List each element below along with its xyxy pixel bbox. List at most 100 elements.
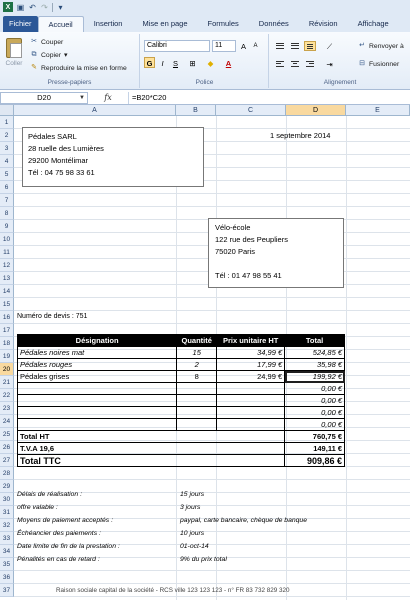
designation-cell[interactable]: [16, 406, 178, 419]
designation-cell[interactable]: Pédales rouges: [16, 358, 178, 371]
row-header[interactable]: 9: [0, 220, 14, 233]
shrink-font-icon[interactable]: A: [250, 40, 261, 51]
total-ttc-label[interactable]: Total TTC: [16, 454, 286, 467]
quote-number[interactable]: Numéro de devis : 751: [17, 313, 87, 320]
condition-value[interactable]: 15 jours: [180, 491, 204, 498]
copy-button[interactable]: ⧉ Copier ▾: [30, 51, 68, 59]
designation-cell[interactable]: Pédales grises: [16, 370, 178, 383]
row-header[interactable]: 6: [0, 181, 14, 194]
unit-price-cell[interactable]: 17,99 €: [216, 358, 286, 371]
row-header[interactable]: 2: [0, 129, 14, 142]
row-header[interactable]: 3: [0, 142, 14, 155]
tab-insertion[interactable]: Insertion: [84, 16, 133, 32]
row-header[interactable]: 34: [0, 545, 14, 558]
font-name-select[interactable]: Calibri: [144, 40, 210, 52]
formula-input[interactable]: =B20*C20: [128, 91, 410, 104]
quantity-cell[interactable]: 2: [176, 358, 218, 371]
unit-price-cell[interactable]: [216, 382, 286, 395]
align-center-icon[interactable]: [289, 59, 301, 69]
column-header-a[interactable]: A: [14, 105, 176, 116]
total-ht-value[interactable]: 760,75 €: [284, 430, 345, 443]
spreadsheet-grid[interactable]: A B C D E 1 2 3 4 5 6 7 8 9 10 11 12 13 14 15 16 17 18 19 2…: [0, 105, 410, 600]
recipient-address-box[interactable]: Vélo-école 122 rue des Peupliers 75020 P…: [208, 218, 344, 288]
row-header[interactable]: 31: [0, 506, 14, 519]
row-header[interactable]: 33: [0, 532, 14, 545]
unit-price-cell[interactable]: [216, 394, 286, 407]
condition-label[interactable]: Date limite de fin de la prestation :: [17, 543, 120, 550]
fx-icon[interactable]: fx: [88, 93, 128, 102]
chevron-down-icon[interactable]: ▼: [79, 93, 85, 103]
condition-label[interactable]: Échéancier des paiements :: [17, 530, 101, 537]
quantity-cell[interactable]: [176, 406, 218, 419]
row-header[interactable]: 24: [0, 415, 14, 428]
row-header[interactable]: 12: [0, 259, 14, 272]
format-painter-button[interactable]: ✎ Reproduire la mise en forme: [30, 64, 127, 72]
unit-price-cell[interactable]: [216, 418, 286, 431]
quantity-cell[interactable]: 8: [176, 370, 218, 383]
tab-accueil[interactable]: Accueil: [37, 16, 84, 32]
column-header-b[interactable]: B: [176, 105, 216, 116]
align-right-icon[interactable]: [304, 59, 316, 69]
tab-affichage[interactable]: Affichage: [348, 16, 399, 32]
indent-icon[interactable]: ⇥: [324, 58, 335, 69]
quote-date[interactable]: 1 septembre 2014: [270, 131, 330, 140]
total-cell[interactable]: 35,98 €: [284, 358, 345, 371]
row-header[interactable]: 19: [0, 350, 14, 363]
align-top-icon[interactable]: [274, 41, 286, 51]
unit-price-cell[interactable]: 24,99 €: [216, 370, 286, 383]
merge-button[interactable]: ⊟ Fusionner: [358, 60, 399, 68]
select-all-corner[interactable]: [0, 105, 14, 116]
designation-cell[interactable]: [16, 382, 178, 395]
column-header-e[interactable]: E: [346, 105, 410, 116]
row-header[interactable]: 15: [0, 298, 14, 311]
total-cell[interactable]: 0,00 €: [284, 406, 345, 419]
condition-label[interactable]: offre valable :: [17, 504, 58, 511]
row-header[interactable]: 4: [0, 155, 14, 168]
row-header[interactable]: 20: [0, 363, 14, 376]
row-header[interactable]: 22: [0, 389, 14, 402]
quantity-cell[interactable]: 15: [176, 346, 218, 359]
condition-value[interactable]: paypal, carte bancaire, chèque de banque: [180, 517, 307, 524]
total-ht-label[interactable]: Total HT: [16, 430, 286, 443]
total-cell[interactable]: 0,00 €: [284, 418, 345, 431]
row-header[interactable]: 5: [0, 168, 14, 181]
column-header-d[interactable]: D: [286, 105, 346, 116]
orientation-icon[interactable]: ⟋: [324, 40, 335, 51]
quantity-cell[interactable]: [176, 382, 218, 395]
row-header[interactable]: 28: [0, 467, 14, 480]
quantity-cell[interactable]: [176, 394, 218, 407]
row-header[interactable]: 29: [0, 480, 14, 493]
tab-donnees[interactable]: Données: [249, 16, 299, 32]
row-header[interactable]: 14: [0, 285, 14, 298]
total-cell[interactable]: 0,00 €: [284, 394, 345, 407]
row-header[interactable]: 26: [0, 441, 14, 454]
row-header[interactable]: 8: [0, 207, 14, 220]
condition-label[interactable]: Pénalités en cas de retard :: [17, 556, 100, 563]
chevron-down-icon[interactable]: ▾: [64, 51, 67, 59]
unit-price-cell[interactable]: [216, 406, 286, 419]
undo-icon[interactable]: ↶: [28, 3, 37, 12]
cut-button[interactable]: ✂ Couper: [30, 38, 63, 46]
paste-button[interactable]: Coller: [3, 38, 25, 74]
designation-cell[interactable]: [16, 418, 178, 431]
tab-revision[interactable]: Révision: [299, 16, 348, 32]
quantity-cell[interactable]: [176, 418, 218, 431]
row-header[interactable]: 36: [0, 571, 14, 584]
row-header[interactable]: 35: [0, 558, 14, 571]
align-bottom-icon[interactable]: [304, 41, 316, 51]
column-header-c[interactable]: C: [216, 105, 286, 116]
tab-mise-en-page[interactable]: Mise en page: [132, 16, 197, 32]
sender-address-box[interactable]: Pédales SARL 28 ruelle des Lumières 2920…: [22, 127, 204, 187]
condition-value[interactable]: 9% du prix total: [180, 556, 227, 563]
row-header[interactable]: 1: [0, 116, 14, 129]
row-header[interactable]: 21: [0, 376, 14, 389]
condition-value[interactable]: 10 jours: [180, 530, 204, 537]
header-prix-unitaire[interactable]: Prix unitaire HT: [216, 334, 286, 347]
active-cell-d20[interactable]: 199,92 €: [284, 370, 345, 383]
total-ttc-value[interactable]: 909,86 €: [284, 454, 345, 467]
tva-value[interactable]: 149,11 €: [284, 442, 345, 455]
borders-icon[interactable]: ⊞: [187, 57, 198, 68]
row-header[interactable]: 27: [0, 454, 14, 467]
wrap-text-button[interactable]: ↵ Renvoyer à: [358, 42, 404, 50]
condition-value[interactable]: 3 jours: [180, 504, 200, 511]
